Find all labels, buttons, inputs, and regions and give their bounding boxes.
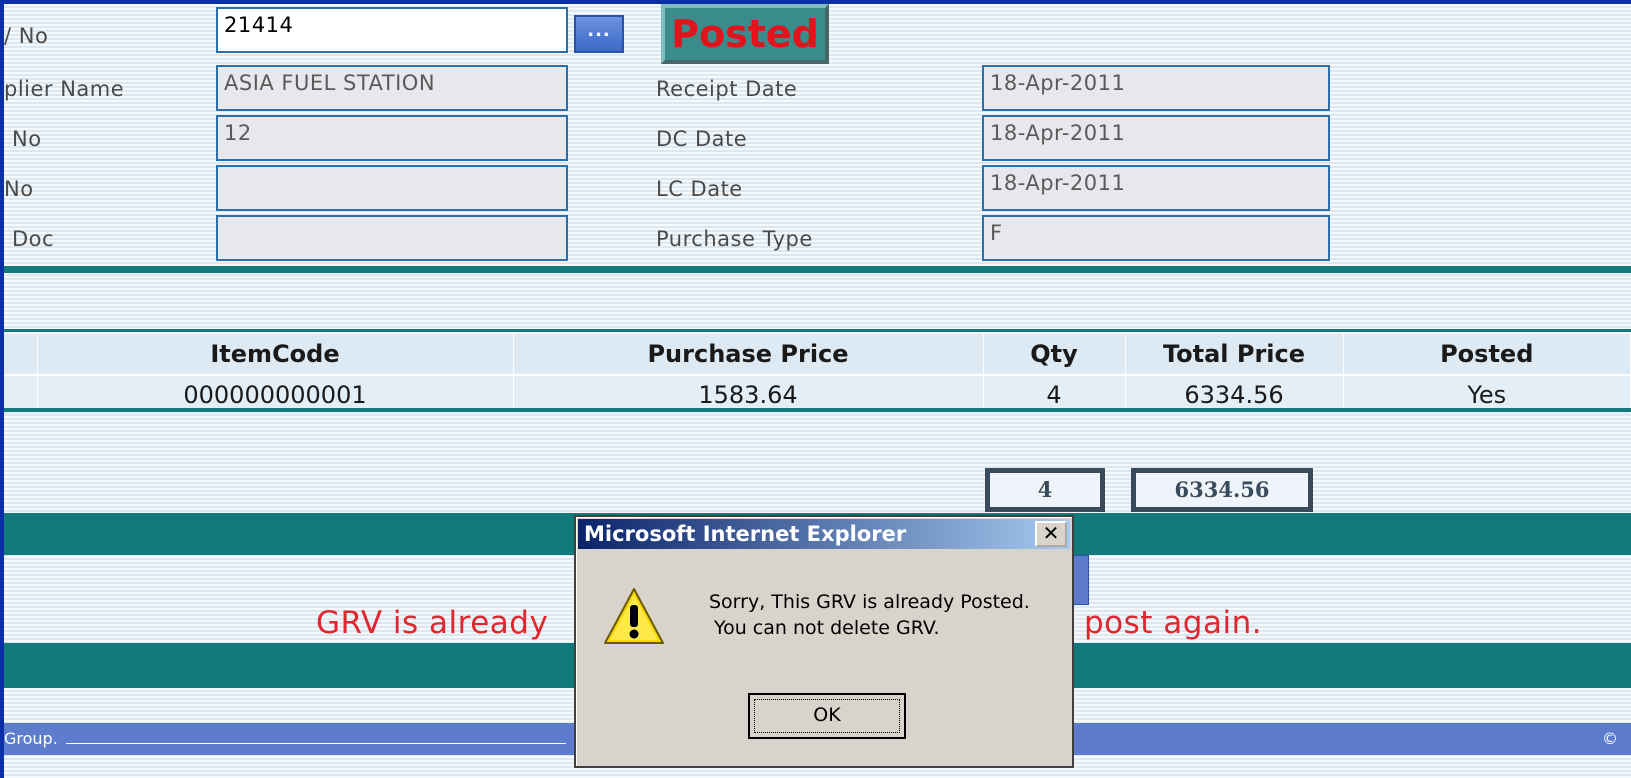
grv-no-label: / No [4,24,49,48]
doc-field[interactable] [216,215,568,261]
receipt-date-field[interactable]: 18-Apr-2011 [982,65,1330,111]
browse-button[interactable]: ... [574,15,624,53]
purchase-type-label: Purchase Type [656,227,813,251]
qty-total-box: 4 [985,468,1105,512]
footer-text: Group. [4,729,58,748]
close-icon[interactable]: ✕ [1035,521,1067,547]
lc-no-field[interactable] [216,165,568,211]
grid-bottom-border [4,408,1631,412]
grid-selector-header [4,334,38,375]
posted-status-button[interactable]: Posted [661,4,829,64]
receipt-date-label: Receipt Date [656,77,798,101]
dialog-message-line1: Sorry, This GRV is already Posted. [709,591,1030,613]
dc-no-label: No [12,127,42,151]
grid-top-border [4,329,1631,332]
doc-label: Doc [12,227,55,251]
warning-icon [602,585,666,653]
copyright-icon: © [1602,729,1618,748]
section-divider [4,266,1631,273]
lc-no-label: No [4,177,34,201]
price-total-box: 6334.56 [1131,468,1313,512]
supplier-name-field[interactable]: ASIA FUEL STATION [216,65,568,111]
status-message-right: post again. [1084,605,1263,641]
grv-no-input[interactable]: 21414 [216,7,568,53]
items-grid: ItemCode Purchase Price Qty Total Price … [4,334,1631,414]
grid-header-row: ItemCode Purchase Price Qty Total Price … [4,334,1631,375]
purchase-type-field[interactable]: F [982,215,1330,261]
alert-dialog: Microsoft Internet Explorer ✕ Sorry, Thi… [574,515,1074,768]
qty-header[interactable]: Qty [983,334,1126,375]
grv-page: / No plier Name No No Doc 21414 ... Post… [4,4,1631,778]
lc-date-field[interactable]: 18-Apr-2011 [982,165,1330,211]
status-message-left: GRV is already [316,605,549,641]
dc-date-field[interactable]: 18-Apr-2011 [982,115,1330,161]
dialog-title: Microsoft Internet Explorer [578,519,1070,549]
lc-date-label: LC Date [656,177,743,201]
supplier-name-label: plier Name [4,77,125,101]
posted-header[interactable]: Posted [1343,334,1631,375]
ok-button[interactable]: OK [748,693,906,739]
purchase-price-header[interactable]: Purchase Price [513,334,984,375]
footer-rule [66,743,566,744]
dialog-message-line2: You can not delete GRV. [714,617,940,639]
total-price-header[interactable]: Total Price [1125,334,1344,375]
dc-no-field[interactable]: 12 [216,115,568,161]
dc-date-label: DC Date [656,127,748,151]
item-code-header[interactable]: ItemCode [37,334,514,375]
